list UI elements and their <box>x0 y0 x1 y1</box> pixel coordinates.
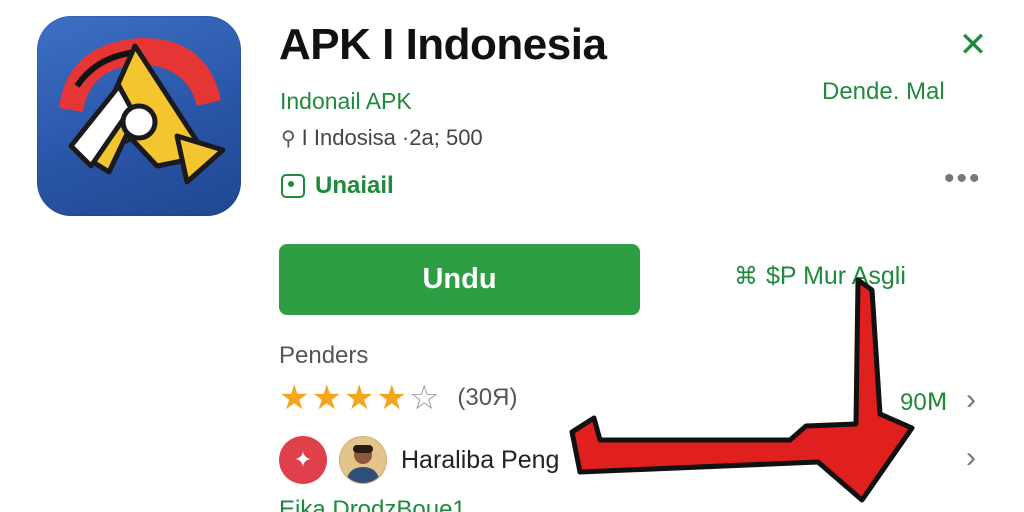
top-right-link[interactable]: Dende. Mal <box>822 78 945 106</box>
close-icon: ✕ <box>958 26 988 64</box>
app-details-page: APK I Indonesia Indonail APK ⚲ I Indosis… <box>0 0 1024 512</box>
reviews-heading: Penders <box>279 342 369 369</box>
secondary-action-label: $P Mur Asgli <box>766 262 906 290</box>
app-meta-text: I Indosisa ·2a; 500 <box>301 125 483 150</box>
star-icon: ★ <box>279 379 310 417</box>
star-empty-icon: ☆ <box>408 379 440 417</box>
rating-stars: ★ ★ ★ ★ ☆ (30Я) <box>279 381 517 415</box>
app-title: APK I Indonesia <box>279 20 607 69</box>
secondary-action-link[interactable]: ⌘ $P Mur Asgli <box>734 262 906 291</box>
star-icon: ★ <box>343 379 375 417</box>
leaf-icon: ⌘ <box>734 263 758 290</box>
chevron-right-icon[interactable]: › <box>966 443 990 473</box>
install-status[interactable]: Unaiail <box>281 172 394 200</box>
star-icon: ★ <box>311 379 342 417</box>
download-button[interactable]: Undu <box>279 244 640 315</box>
install-label: Unaiail <box>315 172 394 199</box>
more-options-button[interactable]: ••• <box>944 164 990 196</box>
avatar <box>339 436 387 484</box>
sparkle-badge-icon: ✦ <box>279 436 327 484</box>
more-horizontal-icon: ••• <box>944 162 982 195</box>
developer-link[interactable]: Indonail APK <box>280 88 412 115</box>
review-item[interactable]: ✦ Haraliba Peng <box>279 436 559 484</box>
close-button[interactable]: ✕ <box>956 28 990 62</box>
app-icon <box>37 16 241 216</box>
review-count: (30Я) <box>457 384 518 411</box>
app-meta: ⚲ I Indosisa ·2a; 500 <box>281 125 483 151</box>
star-icon: ★ <box>376 379 407 417</box>
install-icon <box>281 174 305 198</box>
link-icon: ⚲ <box>281 127 296 150</box>
reviewer-name: Haraliba Peng <box>401 445 560 474</box>
app-logo-graphic <box>59 37 226 185</box>
footer-link[interactable]: Eika DrodzBoue1 <box>279 496 466 512</box>
chevron-right-icon[interactable]: › <box>966 385 990 415</box>
size-value: 90Ⅿ <box>900 389 948 416</box>
